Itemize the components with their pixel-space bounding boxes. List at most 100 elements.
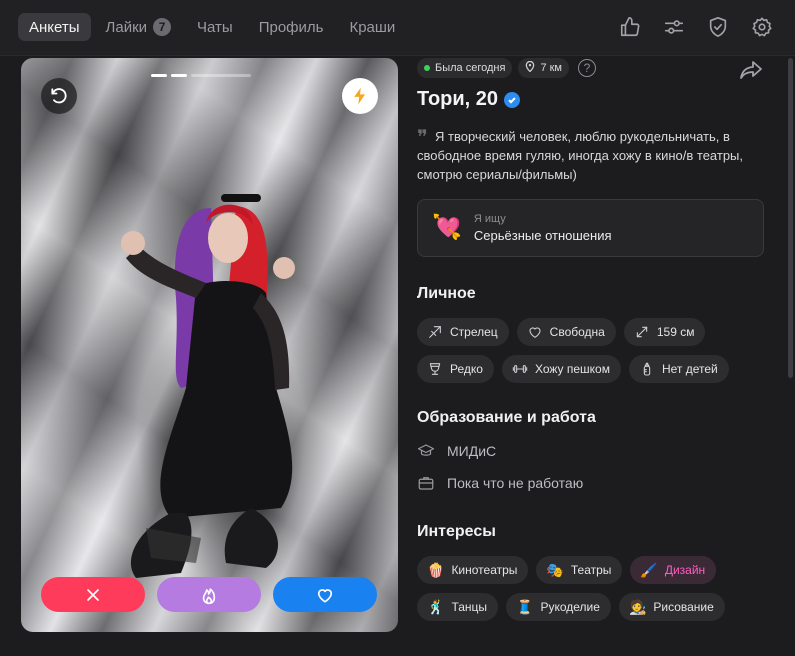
name-row: Тори, 20 <box>417 88 777 111</box>
paintbrush-icon: 🖌️ <box>640 562 658 578</box>
dancer-icon: 🕺 <box>427 599 445 615</box>
online-status-badge: Была сегодня <box>417 58 513 78</box>
last-seen-text: Была сегодня <box>435 62 506 74</box>
close-icon <box>87 588 99 601</box>
undo-icon <box>51 88 67 104</box>
profile-name: Тори, 20 <box>417 88 499 110</box>
tab-profile[interactable]: Профиль <box>248 13 335 41</box>
chip-label: Нет детей <box>661 362 718 376</box>
tab-label: Чаты <box>197 18 233 36</box>
interest-chip: 🧵 Рукоделие <box>506 593 611 621</box>
heart-outline-icon <box>529 327 541 338</box>
help-icon[interactable]: ? <box>578 59 596 77</box>
personal-chips: Стрелец Свободна 159 см Редко Хожу пешко… <box>417 318 777 383</box>
tab-crushes[interactable]: Краши <box>338 13 406 41</box>
nav-icons <box>617 14 775 40</box>
interest-chips: 🍿 Кинотеатры 🎭 Театры 🖌️ Дизайн 🕺 Танцы 🧵 Рук… <box>417 556 777 621</box>
distance-badge: 7 км <box>518 58 569 78</box>
personal-section-title: Личное <box>417 285 476 302</box>
education-item: МИДиС <box>417 435 777 467</box>
chip-label: Рисование <box>653 600 714 614</box>
person-figure <box>121 194 295 578</box>
photo-dot <box>171 74 187 77</box>
tab-label: Лайки <box>105 18 148 36</box>
share-icon[interactable] <box>739 60 763 80</box>
about-body: Я творческий человек, люблю рукодельнича… <box>417 129 744 182</box>
graduation-cap-icon <box>417 444 435 456</box>
looking-for-value: Серьёзные отношения <box>473 228 612 243</box>
nav-tabs: Анкеты Лайки 7 Чаты Профиль Краши <box>18 13 406 41</box>
chip-label: Танцы <box>451 600 488 614</box>
photo-dot <box>151 74 167 77</box>
sliders-icon[interactable] <box>661 14 687 40</box>
zodiac-chip: Стрелец <box>417 318 509 346</box>
chip-label: Стрелец <box>450 325 498 339</box>
chip-label: Свободна <box>549 325 605 339</box>
tab-label: Краши <box>349 18 396 36</box>
about-text: ❞ Я творческий человек, люблю рукодельни… <box>417 127 777 184</box>
alcohol-chip: Редко <box>417 355 494 383</box>
superlike-button[interactable] <box>157 577 261 612</box>
thread-spool-icon: 🧵 <box>516 599 534 615</box>
interest-chip: 🎭 Театры <box>536 556 623 584</box>
status-row: Была сегодня 7 км ? <box>417 58 777 78</box>
interest-chip: 🧑‍🎨 Рисование <box>618 593 725 621</box>
location-pin-icon <box>525 60 535 75</box>
work-item: Пока что не работаю <box>417 467 777 499</box>
verified-icon <box>504 91 521 108</box>
theater-masks-icon: 🎭 <box>546 562 564 578</box>
tab-chats[interactable]: Чаты <box>186 13 244 41</box>
tab-likes[interactable]: Лайки 7 <box>95 13 183 41</box>
chip-label: Рукоделие <box>540 600 600 614</box>
interest-chip: 🍿 Кинотеатры <box>417 556 529 584</box>
quote-icon: ❞ <box>417 125 428 149</box>
thumbs-up-icon[interactable] <box>617 14 643 40</box>
kids-chip: Нет детей <box>628 355 729 383</box>
heart-icon <box>317 588 333 602</box>
education-list: МИДиС Пока что не работаю <box>417 435 777 499</box>
work-label: Пока что не работаю <box>447 475 584 491</box>
interest-chip-highlighted: 🖌️ Дизайн <box>630 556 717 584</box>
chip-label: Театры <box>570 563 612 577</box>
shield-check-icon[interactable] <box>705 14 731 40</box>
boost-button[interactable] <box>342 78 378 114</box>
gear-icon[interactable] <box>749 14 775 40</box>
flame-icon <box>202 587 216 604</box>
sport-chip: Хожу пешком <box>501 355 621 383</box>
distance-text: 7 км <box>540 62 562 74</box>
chip-label: Редко <box>450 362 483 376</box>
profile-details: Была сегодня 7 км ? Тори, 20 ❞ Я творчес… <box>417 58 777 621</box>
height-chip: 159 см <box>623 318 706 346</box>
zodiac-arrow-icon <box>429 326 441 338</box>
scrollbar[interactable] <box>788 58 793 378</box>
briefcase-icon <box>418 477 434 490</box>
likes-count-badge: 7 <box>153 18 172 36</box>
relationship-chip: Свободна <box>516 318 616 346</box>
chip-label: Кинотеатры <box>451 563 518 577</box>
tab-profiles[interactable]: Анкеты <box>18 13 91 41</box>
undo-button[interactable] <box>41 78 77 114</box>
education-label: МИДиС <box>447 443 497 459</box>
wine-glass-icon <box>429 363 441 375</box>
photo-pagination <box>151 74 251 77</box>
chip-label: Дизайн <box>664 563 706 577</box>
tab-label: Анкеты <box>29 18 80 36</box>
interest-chip: 🕺 Танцы <box>417 593 499 621</box>
looking-for-text: Я ищу Серьёзные отношения <box>474 213 612 243</box>
like-button[interactable] <box>273 577 377 612</box>
chip-label: 159 см <box>656 325 695 339</box>
popcorn-icon: 🍿 <box>427 562 445 578</box>
top-navigation: Анкеты Лайки 7 Чаты Профиль Краши <box>0 0 795 56</box>
baby-bottle-icon <box>643 362 651 376</box>
looking-for-card: 💘 Я ищу Серьёзные отношения <box>417 199 764 257</box>
profile-photo[interactable] <box>21 58 398 632</box>
education-section-title: Образование и работа <box>417 409 596 426</box>
photo-dot <box>191 74 251 77</box>
online-dot <box>424 65 430 71</box>
chip-label: Хожу пешком <box>534 362 610 376</box>
height-arrows-icon <box>636 326 648 338</box>
interests-section-title: Интересы <box>417 523 496 540</box>
dumbbell-icon <box>512 365 528 373</box>
lightning-icon <box>354 87 365 105</box>
dislike-button[interactable] <box>41 577 145 612</box>
